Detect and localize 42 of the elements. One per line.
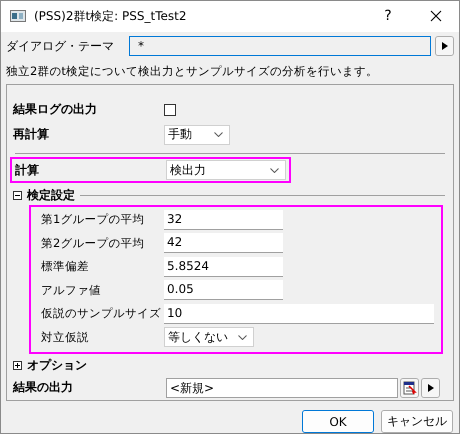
- description-text: 独立2群のt検定について検出力とサンプルサイズの分析を行います。: [5, 63, 379, 80]
- chevron-down-icon: [238, 334, 247, 340]
- input-field[interactable]: 0.05: [164, 280, 283, 300]
- setting-label: 第2グループの平均: [40, 236, 146, 251]
- sheet-icon: [402, 380, 416, 394]
- dialog-button[interactable]: OK: [302, 410, 374, 433]
- window-title: (PSS)2群t検定: PSS_tTest2: [34, 8, 188, 25]
- output-menu-button[interactable]: [421, 378, 440, 398]
- checkbox[interactable]: [164, 104, 176, 116]
- section-header: 検定設定: [27, 186, 75, 204]
- chevron-down-icon: [214, 132, 223, 137]
- setting-label: 再計算: [13, 126, 50, 143]
- input-field[interactable]: 10: [164, 304, 434, 324]
- close-icon[interactable]: [430, 10, 442, 22]
- setting-label: 結果ログの出力: [13, 101, 98, 118]
- section-header: オプション: [27, 356, 87, 374]
- dropdown[interactable]: 検出力: [166, 160, 286, 180]
- setting-label: 対立仮説: [40, 330, 90, 345]
- dropdown[interactable]: 等しくない: [164, 327, 254, 348]
- input-field[interactable]: 32: [164, 210, 283, 230]
- play-icon: [428, 384, 434, 392]
- setting-label: 第1グループの平均: [40, 212, 146, 228]
- chevron-down-icon: [270, 168, 279, 172]
- setting-label: 標準偏差: [40, 259, 90, 274]
- sheet-picker-button[interactable]: [400, 378, 419, 398]
- theme-label: ダイアログ・テーマ: [6, 38, 115, 55]
- help-button[interactable]: ?: [368, 8, 408, 24]
- input-field[interactable]: 42: [164, 233, 283, 254]
- dialog-button[interactable]: キャンセル: [381, 410, 453, 433]
- theme-menu-button[interactable]: [435, 36, 454, 56]
- play-icon: [442, 42, 448, 50]
- setting-label: 計算: [15, 162, 40, 178]
- theme-field[interactable]: *: [129, 36, 431, 56]
- app-icon: [10, 10, 26, 22]
- setting-label: アルファ値: [40, 282, 102, 298]
- input-field[interactable]: 5.8524: [164, 256, 283, 277]
- collapse-icon[interactable]: [13, 190, 22, 200]
- setting-label: 仮説のサンプルサイズ: [40, 306, 162, 322]
- expand-icon[interactable]: [13, 360, 22, 370]
- output-field[interactable]: <新規>: [166, 378, 398, 398]
- dropdown[interactable]: 手動: [164, 124, 230, 144]
- setting-label: 結果の出力: [13, 379, 74, 396]
